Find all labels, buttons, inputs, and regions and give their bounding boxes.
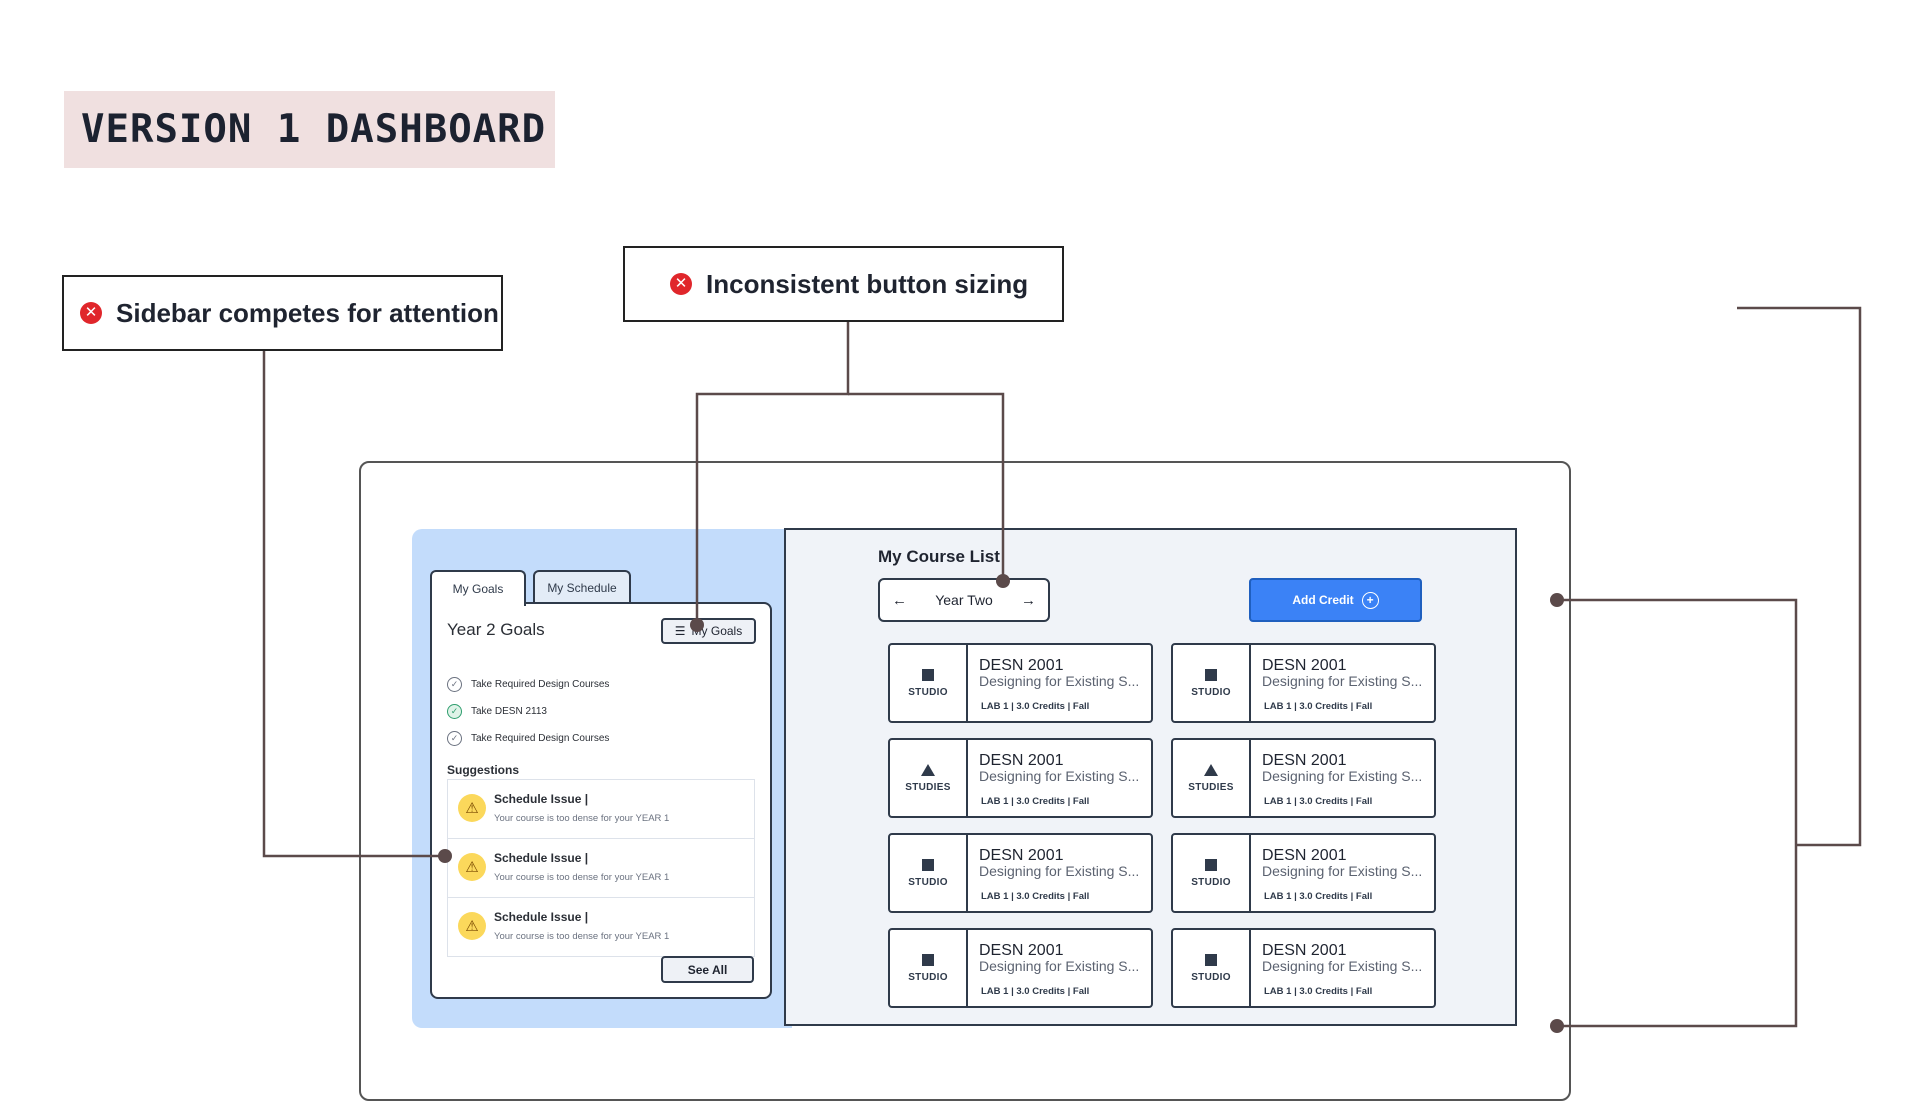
- suggestions-list: ⚠ Schedule Issue | Your course is too de…: [447, 779, 755, 957]
- course-type-label: STUDIO: [1191, 876, 1231, 888]
- goal-label: Take Required Design Courses: [471, 732, 610, 744]
- error-icon: ✕: [80, 302, 102, 324]
- course-name: Designing for Existing S...: [1262, 958, 1423, 974]
- year-label: Year Two: [935, 592, 993, 608]
- course-card[interactable]: STUDIO DESN 2001 Designing for Existing S.…: [1171, 833, 1436, 913]
- check-circle-icon: ✓: [447, 730, 462, 746]
- goal-label: Take DESN 2113: [471, 705, 547, 717]
- square-icon: [922, 953, 934, 966]
- tab-my-goals[interactable]: My Goals: [430, 570, 526, 606]
- tab-my-schedule[interactable]: My Schedule: [533, 570, 631, 604]
- triangle-icon: [1204, 763, 1218, 776]
- suggestion-item[interactable]: ⚠ Schedule Issue | Your course is too de…: [448, 898, 754, 956]
- annotation-dot: [996, 574, 1010, 588]
- course-name: Designing for Existing S...: [979, 958, 1140, 974]
- course-meta: LAB 1 | 3.0 Credits | Fall: [981, 701, 1090, 712]
- see-all-button[interactable]: See All: [661, 956, 754, 983]
- suggestion-title: Schedule Issue |: [494, 792, 589, 806]
- course-name: Designing for Existing S...: [979, 863, 1140, 879]
- warning-icon: ⚠: [458, 853, 486, 881]
- course-name: Designing for Existing S...: [979, 768, 1140, 784]
- course-card[interactable]: STUDIO DESN 2001 Designing for Existing S.…: [888, 928, 1153, 1008]
- arrow-left-icon[interactable]: ←: [892, 592, 907, 609]
- course-type-label: STUDIO: [908, 686, 948, 698]
- year-selector: ← Year Two →: [878, 578, 1050, 622]
- course-list-title: My Course List: [878, 547, 1000, 566]
- square-icon: [922, 858, 934, 871]
- course-meta: LAB 1 | 3.0 Credits | Fall: [981, 796, 1090, 807]
- annotation-dot: [1550, 1019, 1564, 1033]
- list-icon: ☰: [674, 624, 686, 638]
- goals-card-title: Year 2 Goals: [447, 620, 545, 639]
- square-icon: [1205, 953, 1217, 966]
- course-card[interactable]: STUDIES DESN 2001 Designing for Existing S…: [888, 738, 1153, 818]
- course-type: STUDIO: [1173, 835, 1251, 911]
- course-type: STUDIO: [1173, 645, 1251, 721]
- course-type-label: STUDIO: [1191, 971, 1231, 983]
- callout-sidebar: ✕ Sidebar competes for attention: [62, 275, 503, 351]
- plus-circle-icon: +: [1361, 591, 1379, 609]
- suggestion-text: Your course is too dense for your YEAR 1: [494, 813, 670, 824]
- course-meta: LAB 1 | 3.0 Credits | Fall: [1264, 986, 1373, 997]
- suggestion-text: Your course is too dense for your YEAR 1: [494, 872, 670, 883]
- goal-label: Take Required Design Courses: [471, 678, 610, 690]
- annotation-dot: [1550, 593, 1564, 607]
- course-type: STUDIO: [890, 835, 968, 911]
- callout-buttons: ✕ Inconsistent button sizing: [623, 246, 1064, 322]
- course-type-label: STUDIO: [908, 876, 948, 888]
- page-title: VERSION 1 DASHBOARD: [64, 91, 555, 168]
- warning-icon: ⚠: [458, 794, 486, 822]
- course-type: STUDIO: [890, 645, 968, 721]
- warning-icon: ⚠: [458, 912, 486, 940]
- callout-sidebar-text: Sidebar competes for attention: [116, 297, 499, 328]
- course-name: Designing for Existing S...: [1262, 673, 1423, 689]
- course-name: Designing for Existing S...: [1262, 863, 1423, 879]
- annotation-dot: [690, 618, 704, 632]
- course-type-label: STUDIES: [905, 781, 951, 793]
- annotation-dot: [438, 849, 452, 863]
- course-meta: LAB 1 | 3.0 Credits | Fall: [1264, 701, 1373, 712]
- my-goals-button[interactable]: ☰ My Goals: [661, 618, 756, 644]
- course-type-label: STUDIES: [1188, 781, 1234, 793]
- goal-item[interactable]: ✓ Take DESN 2113: [447, 702, 547, 720]
- check-circle-done-icon: ✓: [447, 703, 462, 719]
- goal-item[interactable]: ✓ Take Required Design Courses: [447, 729, 609, 747]
- course-meta: LAB 1 | 3.0 Credits | Fall: [1264, 796, 1373, 807]
- square-icon: [1205, 858, 1217, 871]
- course-type-label: STUDIO: [1191, 686, 1231, 698]
- add-credit-button[interactable]: Add Credit +: [1249, 578, 1422, 622]
- course-name: Designing for Existing S...: [1262, 768, 1423, 784]
- course-type: STUDIES: [1173, 740, 1251, 816]
- suggestions-heading: Suggestions: [447, 763, 520, 777]
- square-icon: [922, 668, 934, 681]
- course-meta: LAB 1 | 3.0 Credits | Fall: [1264, 891, 1373, 902]
- check-circle-icon: ✓: [447, 676, 462, 692]
- course-meta: LAB 1 | 3.0 Credits | Fall: [981, 986, 1090, 997]
- suggestion-item[interactable]: ⚠ Schedule Issue | Your course is too de…: [448, 780, 754, 839]
- course-meta: LAB 1 | 3.0 Credits | Fall: [981, 891, 1090, 902]
- error-icon: ✕: [670, 273, 692, 295]
- suggestion-title: Schedule Issue |: [494, 910, 589, 924]
- course-card[interactable]: STUDIO DESN 2001 Designing for Existing S.…: [1171, 928, 1436, 1008]
- course-card[interactable]: STUDIO DESN 2001 Designing for Existing S.…: [888, 833, 1153, 913]
- course-card[interactable]: STUDIO DESN 2001 Designing for Existing S.…: [1171, 643, 1436, 723]
- arrow-right-icon[interactable]: →: [1021, 592, 1036, 609]
- course-type-label: STUDIO: [908, 971, 948, 983]
- course-card[interactable]: STUDIO DESN 2001 Designing for Existing S.…: [888, 643, 1153, 723]
- square-icon: [1205, 668, 1217, 681]
- course-card[interactable]: STUDIES DESN 2001 Designing for Existing S…: [1171, 738, 1436, 818]
- suggestion-title: Schedule Issue |: [494, 851, 589, 865]
- course-type: STUDIO: [890, 930, 968, 1006]
- add-credit-label: Add Credit: [1292, 593, 1354, 607]
- course-name: Designing for Existing S...: [979, 673, 1140, 689]
- course-type: STUDIO: [1173, 930, 1251, 1006]
- goal-item[interactable]: ✓ Take Required Design Courses: [447, 675, 609, 693]
- suggestion-text: Your course is too dense for your YEAR 1: [494, 931, 670, 942]
- suggestion-item[interactable]: ⚠ Schedule Issue | Your course is too de…: [448, 839, 754, 898]
- callout-buttons-text: Inconsistent button sizing: [706, 268, 1029, 299]
- triangle-icon: [921, 763, 935, 776]
- course-type: STUDIES: [890, 740, 968, 816]
